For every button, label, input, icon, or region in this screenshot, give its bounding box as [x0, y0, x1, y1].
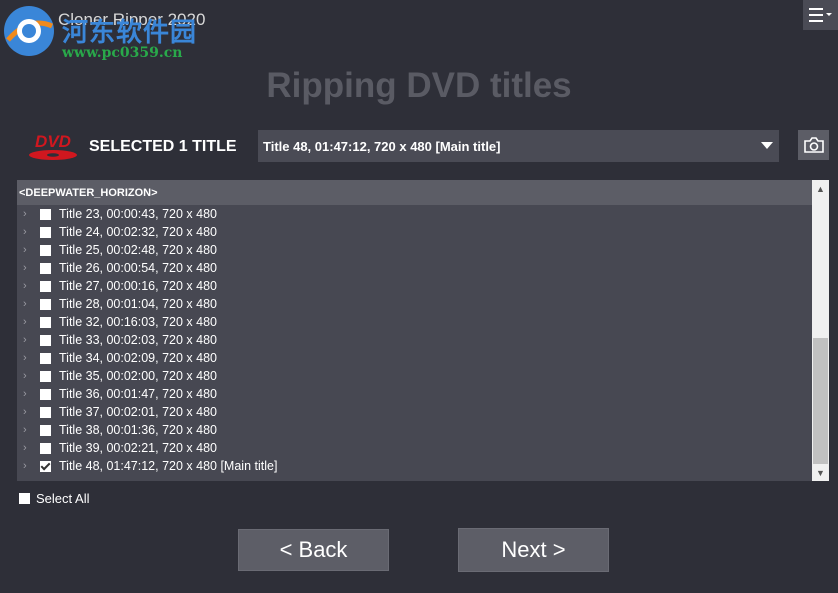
selected-count-label: SELECTED 1 TITLE	[89, 138, 237, 155]
list-item[interactable]: › Title 35, 00:02:00, 720 x 480	[17, 367, 812, 385]
title-checkbox[interactable]	[40, 352, 51, 364]
list-item[interactable]: › Title 38, 00:01:36, 720 x 480	[17, 421, 812, 439]
title-label: Title 26, 00:00:54, 720 x 480	[59, 261, 217, 275]
list-scrollbar[interactable]: ▲ ▼	[812, 180, 829, 481]
chevron-down-icon	[761, 142, 773, 149]
menu-button[interactable]	[803, 0, 838, 30]
list-item[interactable]: › Title 37, 00:02:01, 720 x 480	[17, 403, 812, 421]
list-item[interactable]: › Title 25, 00:02:48, 720 x 480	[17, 241, 812, 259]
title-label: Title 28, 00:01:04, 720 x 480	[59, 297, 217, 311]
hamburger-menu-icon	[808, 8, 832, 22]
title-checkbox[interactable]	[40, 280, 51, 292]
list-item[interactable]: › Title 26, 00:00:54, 720 x 480	[17, 259, 812, 277]
list-item[interactable]: › Title 39, 00:02:21, 720 x 480	[17, 439, 812, 457]
watermark-text: 河东软件园	[62, 18, 198, 48]
back-button[interactable]: < Back	[238, 529, 389, 571]
watermark-url: www.pc0359.cn	[62, 45, 183, 61]
chevron-right-icon[interactable]: ›	[23, 262, 33, 274]
title-label: Title 34, 00:02:09, 720 x 480	[59, 351, 217, 365]
title-checkbox[interactable]	[40, 226, 51, 238]
list-item[interactable]: › Title 33, 00:02:03, 720 x 480	[17, 331, 812, 349]
scroll-down-arrow-icon[interactable]: ▼	[812, 464, 829, 481]
title-label: Title 25, 00:02:48, 720 x 480	[59, 243, 217, 257]
title-checkbox[interactable]	[40, 460, 51, 472]
chevron-right-icon[interactable]: ›	[23, 442, 33, 454]
chevron-right-icon[interactable]: ›	[23, 298, 33, 310]
title-checkbox[interactable]	[40, 244, 51, 256]
chevron-right-icon[interactable]: ›	[23, 226, 33, 238]
chevron-right-icon[interactable]: ›	[23, 208, 33, 220]
title-label: Title 23, 00:00:43, 720 x 480	[59, 207, 217, 221]
camera-icon	[803, 137, 824, 153]
list-item[interactable]: › Title 27, 00:00:16, 720 x 480	[17, 277, 812, 295]
title-checkbox[interactable]	[40, 442, 51, 454]
title-checkbox[interactable]	[40, 262, 51, 274]
list-item[interactable]: › Title 32, 00:16:03, 720 x 480	[17, 313, 812, 331]
select-all-option[interactable]: Select All	[19, 491, 89, 506]
select-all-label: Select All	[36, 491, 90, 506]
page-title: Ripping DVD titles	[266, 66, 572, 105]
chevron-right-icon[interactable]: ›	[23, 406, 33, 418]
chevron-right-icon[interactable]: ›	[23, 388, 33, 400]
list-item[interactable]: › Title 34, 00:02:09, 720 x 480	[17, 349, 812, 367]
chevron-right-icon[interactable]: ›	[23, 280, 33, 292]
chevron-right-icon[interactable]: ›	[23, 370, 33, 382]
select-all-checkbox[interactable]	[19, 493, 30, 504]
title-label: Title 32, 00:16:03, 720 x 480	[59, 315, 217, 329]
chevron-right-icon[interactable]: ›	[23, 316, 33, 328]
title-checkbox[interactable]	[40, 316, 51, 328]
title-checkbox[interactable]	[40, 298, 51, 310]
chevron-right-icon[interactable]: ›	[23, 352, 33, 364]
disc-name-header: <DEEPWATER_HORIZON>	[17, 180, 812, 205]
title-label: Title 37, 00:02:01, 720 x 480	[59, 405, 217, 419]
title-label: Title 35, 00:02:00, 720 x 480	[59, 369, 217, 383]
list-item[interactable]: › Title 28, 00:01:04, 720 x 480	[17, 295, 812, 313]
title-checkbox[interactable]	[40, 424, 51, 436]
title-label: Title 39, 00:02:21, 720 x 480	[59, 441, 217, 455]
title-checkbox[interactable]	[40, 334, 51, 346]
chevron-right-icon[interactable]: ›	[23, 424, 33, 436]
title-list: <DEEPWATER_HORIZON> › Title 23, 00:00:43,…	[17, 180, 812, 481]
watermark-logo-icon	[4, 6, 54, 56]
title-label: Title 36, 00:01:47, 720 x 480	[59, 387, 217, 401]
title-label: Title 24, 00:02:32, 720 x 480	[59, 225, 217, 239]
title-checkbox[interactable]	[40, 208, 51, 220]
dvd-logo-icon: DVD	[29, 132, 77, 160]
chevron-right-icon[interactable]: ›	[23, 244, 33, 256]
title-label: Title 27, 00:00:16, 720 x 480	[59, 279, 217, 293]
title-checkbox[interactable]	[40, 370, 51, 382]
list-item[interactable]: › Title 36, 00:01:47, 720 x 480	[17, 385, 812, 403]
scroll-up-arrow-icon[interactable]: ▲	[812, 180, 829, 197]
svg-text:DVD: DVD	[35, 132, 71, 151]
title-label: Title 48, 01:47:12, 720 x 480 [Main titl…	[59, 459, 278, 473]
next-button[interactable]: Next >	[458, 528, 609, 572]
title-checkbox[interactable]	[40, 388, 51, 400]
title-label: Title 33, 00:02:03, 720 x 480	[59, 333, 217, 347]
snapshot-button[interactable]	[798, 130, 829, 160]
chevron-right-icon[interactable]: ›	[23, 334, 33, 346]
dropdown-value: Title 48, 01:47:12, 720 x 480 [Main titl…	[263, 138, 501, 154]
scrollbar-thumb[interactable]	[813, 338, 828, 464]
list-item[interactable]: › Title 23, 00:00:43, 720 x 480	[17, 205, 812, 223]
list-item[interactable]: › Title 48, 01:47:12, 720 x 480 [Main tit…	[17, 457, 812, 475]
chevron-right-icon[interactable]: ›	[23, 460, 33, 472]
title-checkbox[interactable]	[40, 406, 51, 418]
title-label: Title 38, 00:01:36, 720 x 480	[59, 423, 217, 437]
list-item[interactable]: › Title 24, 00:02:32, 720 x 480	[17, 223, 812, 241]
title-select-dropdown[interactable]: Title 48, 01:47:12, 720 x 480 [Main titl…	[258, 130, 779, 162]
